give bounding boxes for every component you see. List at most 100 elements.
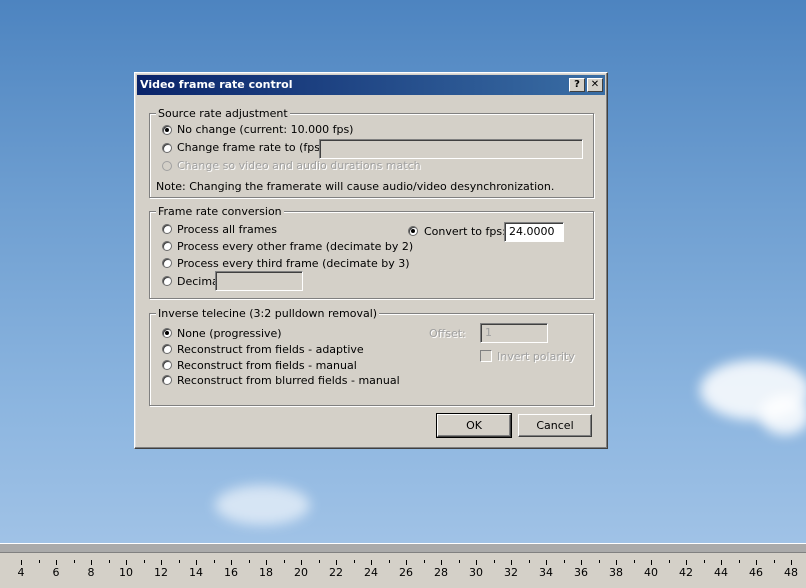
help-button[interactable]: ? (569, 78, 585, 92)
timeline-minor-tick (633, 560, 635, 563)
timeline-tick (336, 560, 337, 565)
timeline-tick (371, 560, 372, 565)
manual-radio[interactable] (162, 360, 172, 370)
timeline-track[interactable] (0, 544, 806, 553)
no-change-radio[interactable] (162, 125, 172, 135)
every-third-radio[interactable] (162, 258, 172, 268)
invert-polarity-label[interactable]: Invert polarity (497, 350, 575, 363)
timeline-tick-label: 42 (679, 566, 693, 579)
offset-label: Offset: (429, 327, 466, 340)
match-durations-radio[interactable] (162, 161, 172, 171)
every-other-label[interactable]: Process every other frame (decimate by 2… (177, 240, 413, 253)
every-third-label[interactable]: Process every third frame (decimate by 3… (177, 257, 410, 270)
decimate-by-input[interactable] (215, 271, 303, 291)
invert-polarity-checkbox[interactable] (480, 350, 492, 362)
timeline-tick (161, 560, 162, 565)
no-change-label[interactable]: No change (current: 10.000 fps) (177, 123, 353, 136)
cloud (215, 485, 310, 525)
timeline-tick (686, 560, 687, 565)
timeline-minor-tick (703, 560, 705, 563)
convert-fps-input[interactable]: 24.0000 (504, 222, 564, 242)
timeline-tick-label: 10 (119, 566, 133, 579)
timeline-tick-label: 16 (224, 566, 238, 579)
timeline-minor-tick (598, 560, 600, 563)
title-bar[interactable]: Video frame rate control ? ✕ (137, 75, 605, 95)
timeline[interactable]: 4 6 8 10 12 14 16 18 20 22 24 26 28 30 32 34 36 38 40 42 44 4… (0, 543, 806, 588)
all-frames-label[interactable]: Process all frames (177, 223, 277, 236)
offset-input[interactable]: 1 (480, 323, 548, 343)
change-rate-radio[interactable] (162, 143, 172, 153)
timeline-tick (56, 560, 57, 565)
ok-button[interactable]: OK (436, 413, 512, 438)
timeline-tick-label: 36 (574, 566, 588, 579)
timeline-minor-tick (143, 560, 145, 563)
timeline-tick-label: 44 (714, 566, 728, 579)
timeline-tick-label: 8 (87, 566, 95, 579)
progressive-radio[interactable] (162, 328, 172, 338)
timeline-tick (791, 560, 792, 565)
timeline-tick (231, 560, 232, 565)
timeline-tick-label: 30 (469, 566, 483, 579)
timeline-tick (301, 560, 302, 565)
timeline-tick (266, 560, 267, 565)
timeline-minor-tick (773, 560, 775, 563)
all-frames-radio[interactable] (162, 224, 172, 234)
timeline-tick (616, 560, 617, 565)
timeline-minor-tick (493, 560, 495, 563)
timeline-tick-label: 40 (644, 566, 658, 579)
timeline-tick (441, 560, 442, 565)
timeline-tick-label: 32 (504, 566, 518, 579)
convert-to-fps-label[interactable]: Convert to fps: (424, 225, 506, 238)
close-button[interactable]: ✕ (587, 78, 603, 92)
timeline-tick (756, 560, 757, 565)
blurred-manual-label[interactable]: Reconstruct from blurred fields - manual (177, 374, 400, 387)
timeline-minor-tick (458, 560, 460, 563)
cancel-button[interactable]: Cancel (518, 414, 592, 437)
timeline-tick-label: 38 (609, 566, 623, 579)
change-rate-input[interactable] (319, 139, 583, 159)
timeline-minor-tick (353, 560, 355, 563)
timeline-tick (476, 560, 477, 565)
change-rate-label[interactable]: Change frame rate to (fps): (177, 141, 328, 154)
timeline-tick-label: 12 (154, 566, 168, 579)
manual-label[interactable]: Reconstruct from fields - manual (177, 359, 357, 372)
timeline-minor-tick (388, 560, 390, 563)
timeline-minor-tick (178, 560, 180, 563)
adaptive-radio[interactable] (162, 344, 172, 354)
adaptive-label[interactable]: Reconstruct from fields - adaptive (177, 343, 364, 356)
decimate-by-radio[interactable] (162, 276, 172, 286)
desync-note: Note: Changing the framerate will cause … (156, 180, 555, 193)
timeline-tick-label: 34 (539, 566, 553, 579)
timeline-tick (546, 560, 547, 565)
timeline-minor-tick (73, 560, 75, 563)
timeline-tick (651, 560, 652, 565)
progressive-label[interactable]: None (progressive) (177, 327, 282, 340)
timeline-minor-tick (423, 560, 425, 563)
timeline-minor-tick (738, 560, 740, 563)
timeline-minor-tick (563, 560, 565, 563)
timeline-tick (196, 560, 197, 565)
timeline-minor-tick (528, 560, 530, 563)
timeline-tick (581, 560, 582, 565)
conversion-legend: Frame rate conversion (156, 205, 284, 218)
blurred-manual-radio[interactable] (162, 375, 172, 385)
timeline-tick-label: 6 (52, 566, 60, 579)
timeline-tick-label: 46 (749, 566, 763, 579)
timeline-tick-label: 28 (434, 566, 448, 579)
timeline-tick (511, 560, 512, 565)
timeline-minor-tick (108, 560, 110, 563)
timeline-tick (21, 560, 22, 565)
convert-to-fps-radio[interactable] (408, 226, 418, 236)
timeline-minor-tick (38, 560, 40, 563)
cloud (760, 395, 806, 435)
timeline-tick-label: 4 (17, 566, 25, 579)
timeline-tick (406, 560, 407, 565)
timeline-tick-label: 26 (399, 566, 413, 579)
match-durations-label[interactable]: Change so video and audio durations matc… (177, 159, 421, 172)
every-other-radio[interactable] (162, 241, 172, 251)
timeline-tick (126, 560, 127, 565)
timeline-minor-tick (248, 560, 250, 563)
timeline-tick (721, 560, 722, 565)
source-rate-legend: Source rate adjustment (156, 107, 290, 120)
timeline-minor-tick (283, 560, 285, 563)
